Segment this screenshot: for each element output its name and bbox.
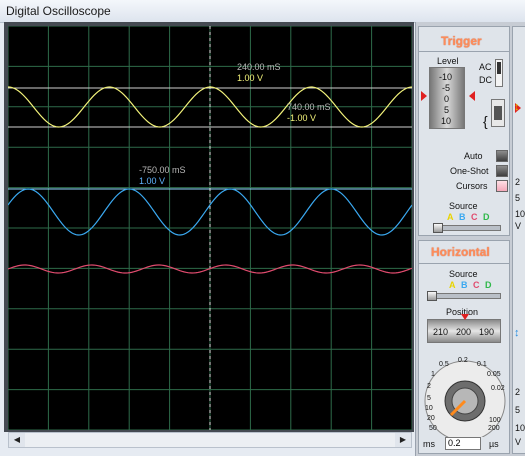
channel-b-arrow-icon: ↕ bbox=[514, 327, 520, 339]
control-panel: Trigger Level -10 -5 0 5 10 AC DC { Auto bbox=[415, 22, 525, 456]
oscilloscope-window: Digital Oscilloscope 240.00 mS 1.00 V 74… bbox=[0, 0, 525, 456]
cursors-button[interactable] bbox=[496, 180, 508, 192]
level-marker-left-icon bbox=[421, 91, 427, 101]
trigger-source-thumb[interactable] bbox=[433, 223, 443, 233]
cursor-3-time: -750.00 mS bbox=[139, 165, 186, 175]
cursor-2-time: 740.00 mS bbox=[287, 102, 331, 112]
timebase-value-field[interactable]: 0.2 bbox=[445, 437, 481, 450]
trigger-source-slider[interactable] bbox=[433, 225, 501, 231]
auto-label: Auto bbox=[464, 151, 483, 161]
horizontal-section: Horizontal Source A B C D Position 210 2… bbox=[418, 240, 510, 454]
cursor-1-time: 240.00 mS bbox=[237, 62, 281, 72]
window-title: Digital Oscilloscope bbox=[6, 4, 111, 18]
trigger-edge-switch[interactable] bbox=[491, 99, 505, 127]
cursor-3-value: 1.00 V bbox=[139, 176, 166, 186]
horizontal-title: Horizontal bbox=[431, 245, 490, 259]
one-shot-label: One-Shot bbox=[450, 166, 489, 176]
auto-button[interactable] bbox=[496, 150, 508, 162]
cursor-2-value: -1.00 V bbox=[287, 113, 317, 123]
horizontal-scrollbar[interactable]: ◀ ▶ bbox=[8, 432, 412, 448]
ac-label: AC bbox=[479, 62, 492, 72]
one-shot-button[interactable] bbox=[496, 165, 508, 177]
scroll-right-button[interactable]: ▶ bbox=[395, 433, 411, 447]
dc-label: DC bbox=[479, 75, 492, 85]
cursors-label: Cursors bbox=[456, 181, 488, 191]
horizontal-source-slider[interactable] bbox=[427, 293, 501, 299]
position-knob[interactable]: 210 200 190 bbox=[427, 319, 501, 343]
horizontal-source-thumb[interactable] bbox=[427, 291, 437, 301]
oscilloscope-screen[interactable]: 240.00 mS 1.00 V 740.00 mS -1.00 V -750.… bbox=[8, 26, 412, 430]
scope-display bbox=[8, 26, 412, 430]
position-marker-icon bbox=[461, 314, 469, 320]
horizontal-source-label: Source bbox=[449, 269, 478, 279]
cursor-1-value: 1.00 V bbox=[237, 73, 264, 83]
trigger-source-label: Source bbox=[449, 201, 478, 211]
title-bar: Digital Oscilloscope bbox=[0, 0, 525, 23]
level-label: Level bbox=[437, 56, 459, 66]
level-marker-right-icon bbox=[469, 91, 475, 101]
channel-a-arrow-icon: ↕ bbox=[514, 101, 520, 113]
edge-bracket-icon: { bbox=[483, 113, 488, 129]
level-knob[interactable]: -10 -5 0 5 10 bbox=[429, 67, 465, 129]
ac-dc-switch[interactable] bbox=[495, 59, 503, 87]
channel-section-partial: ↕ 2 5 10 V ↕ 2 5 10 V bbox=[512, 26, 525, 454]
scroll-left-button[interactable]: ◀ bbox=[9, 433, 25, 447]
timebase-unit-us: µs bbox=[489, 439, 499, 449]
timebase-unit-ms: ms bbox=[423, 439, 435, 449]
trigger-title: Trigger bbox=[441, 34, 482, 48]
trigger-section: Trigger Level -10 -5 0 5 10 AC DC { Auto bbox=[418, 26, 510, 236]
